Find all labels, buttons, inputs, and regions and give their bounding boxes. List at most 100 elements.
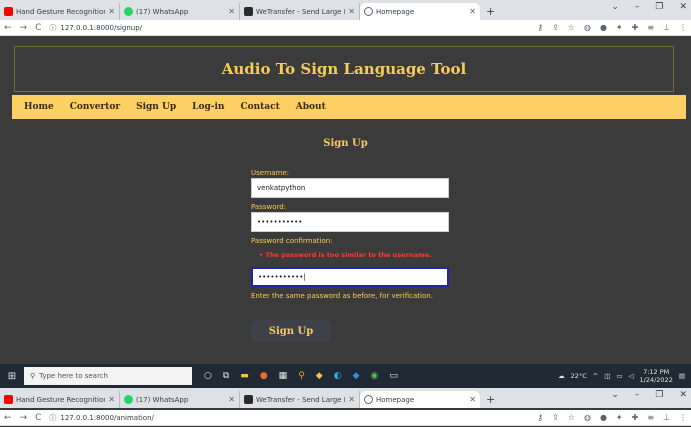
wetransfer-icon (244, 7, 253, 16)
main-nav: Home Convertor Sign Up Log-in Contact Ab… (12, 95, 686, 119)
puzzle-icon[interactable]: ✚ (632, 23, 639, 32)
task-view-icon[interactable]: ⧉ (223, 371, 229, 381)
close-window-icon[interactable]: ✕ (679, 2, 687, 12)
taskbar-apps: ○ ⧉ ▬ ● ▦ ⚲ ◆ ◐ ◆ ◉ ▭ (204, 371, 398, 381)
reload-icon[interactable]: C (35, 413, 41, 423)
close-icon[interactable]: ✕ (348, 7, 355, 16)
nav-about[interactable]: About (296, 102, 326, 112)
window-controls: ⌄ – ❐ ✕ (611, 2, 687, 12)
menu-icon[interactable]: ⋮ (679, 23, 687, 32)
close-icon[interactable]: ✕ (469, 7, 476, 16)
url-field[interactable]: ⓘ 127.0.0.1:8000/signup/ (49, 23, 529, 33)
tab-homepage[interactable]: Homepage ✕ (360, 3, 480, 20)
toolbar-icons: ⚷ ⇪ ☆ ◍ ● ✦ ✚ ≡ ⊥ ⋮ (537, 413, 687, 422)
chevron-up-icon[interactable]: ^ (593, 372, 598, 380)
site-title: Audio To Sign Language Tool (221, 60, 467, 78)
extension-icon[interactable]: ✦ (616, 23, 623, 32)
minimize-icon[interactable]: – (635, 2, 640, 12)
edge-icon[interactable]: ◐ (334, 371, 342, 381)
close-icon[interactable]: ✕ (469, 395, 476, 404)
close-icon[interactable]: ✕ (348, 395, 355, 404)
forward-icon[interactable]: → (20, 413, 28, 423)
star-icon[interactable]: ☆ (568, 23, 575, 32)
tab-wetransfer[interactable]: WeTransfer - Send Large Files & ✕ (240, 3, 360, 20)
nav-home[interactable]: Home (24, 102, 54, 112)
network-icon[interactable]: ◫ (604, 372, 610, 380)
tab-youtube[interactable]: Hand Gesture Recognition using ✕ (0, 391, 120, 408)
url-field[interactable]: ⓘ 127.0.0.1:8000/animation/ (49, 413, 529, 423)
nav-signup[interactable]: Sign Up (136, 102, 176, 112)
reading-list-icon[interactable]: ≡ (647, 413, 654, 422)
profile-icon[interactable]: ⊥ (663, 413, 670, 422)
windows-start-icon[interactable]: ⊞ (0, 371, 24, 382)
tab-wetransfer[interactable]: WeTransfer - Send Large Files & ✕ (240, 391, 360, 408)
address-bar-2: ← → C ⓘ 127.0.0.1:8000/animation/ ⚷ ⇪ ☆ … (0, 410, 691, 426)
python-icon[interactable]: ◆ (316, 371, 323, 381)
signup-submit-button[interactable]: Sign Up (251, 320, 331, 342)
tab-youtube[interactable]: Hand Gesture Recognition using ✕ (0, 3, 120, 20)
calendar-icon[interactable]: ▦ (279, 371, 288, 381)
username-input[interactable]: venkatpython (251, 178, 449, 198)
extension-icon[interactable]: ✦ (616, 413, 623, 422)
youtube-icon (4, 395, 13, 404)
menu-icon[interactable]: ⋮ (679, 413, 687, 422)
site-header: Audio To Sign Language Tool (14, 46, 674, 92)
password-input[interactable]: ••••••••••• (251, 212, 449, 232)
info-icon[interactable]: ⓘ (49, 413, 56, 423)
search-app-icon[interactable]: ⚲ (298, 371, 305, 381)
password-confirm-label: Password confirmation: (251, 237, 333, 245)
forward-icon[interactable]: → (20, 23, 28, 33)
new-tab-button[interactable]: + (480, 3, 501, 20)
close-icon[interactable]: ✕ (108, 7, 115, 16)
app-icon[interactable]: ● (260, 371, 268, 381)
form-heading: Sign Up (323, 138, 368, 149)
extension-icon[interactable]: ● (600, 23, 607, 32)
app-icon[interactable]: ◆ (353, 371, 360, 381)
clock[interactable]: 7:12 PM 1/24/2022 (640, 368, 673, 384)
reading-list-icon[interactable]: ≡ (647, 23, 654, 32)
close-icon[interactable]: ✕ (228, 7, 235, 16)
new-tab-button[interactable]: + (480, 391, 501, 408)
password-confirm-input[interactable]: •••••••••••| (251, 267, 449, 287)
whatsapp-icon (124, 395, 133, 404)
info-icon[interactable]: ⓘ (49, 23, 56, 33)
folder-icon[interactable]: ▬ (240, 371, 249, 381)
extension-icon[interactable]: ● (600, 413, 607, 422)
maximize-icon[interactable]: ❐ (655, 390, 663, 400)
back-icon[interactable]: ← (4, 23, 12, 33)
password-label: Password: (251, 203, 287, 211)
chevron-down-icon[interactable]: ⌄ (611, 390, 619, 400)
minimize-icon[interactable]: – (635, 390, 640, 400)
nav-contact[interactable]: Contact (240, 102, 279, 112)
address-bar: ← → C ⓘ 127.0.0.1:8000/signup/ ⚷ ⇪ ☆ ◍ ●… (0, 20, 691, 36)
cortana-icon[interactable]: ○ (204, 371, 212, 381)
chevron-down-icon[interactable]: ⌄ (611, 2, 619, 12)
volume-icon[interactable]: ◁ (629, 372, 634, 380)
extension-icon[interactable]: ◍ (584, 23, 591, 32)
key-icon[interactable]: ⚷ (537, 413, 543, 422)
close-icon[interactable]: ✕ (228, 395, 235, 404)
terminal-icon[interactable]: ▭ (389, 371, 398, 381)
close-window-icon[interactable]: ✕ (679, 390, 687, 400)
tab-homepage[interactable]: Homepage ✕ (360, 391, 480, 408)
profile-icon[interactable]: ⊥ (663, 23, 670, 32)
share-icon[interactable]: ⇪ (552, 23, 559, 32)
nav-login[interactable]: Log-in (192, 102, 224, 112)
chrome-icon[interactable]: ◉ (370, 371, 378, 381)
taskbar-search[interactable]: ⚲ Type here to search (24, 367, 192, 385)
notification-icon[interactable]: ▤ (679, 372, 685, 380)
window-controls: ⌄ – ❐ ✕ (611, 390, 687, 400)
extension-icon[interactable]: ◍ (584, 413, 591, 422)
reload-icon[interactable]: C (35, 23, 41, 33)
tab-whatsapp[interactable]: (17) WhatsApp ✕ (120, 3, 240, 20)
puzzle-icon[interactable]: ✚ (632, 413, 639, 422)
key-icon[interactable]: ⚷ (537, 23, 543, 32)
close-icon[interactable]: ✕ (108, 395, 115, 404)
nav-convertor[interactable]: Convertor (70, 102, 120, 112)
battery-icon[interactable]: ▭ (616, 372, 622, 380)
share-icon[interactable]: ⇪ (552, 413, 559, 422)
star-icon[interactable]: ☆ (568, 413, 575, 422)
tab-whatsapp[interactable]: (17) WhatsApp ✕ (120, 391, 240, 408)
back-icon[interactable]: ← (4, 413, 12, 423)
maximize-icon[interactable]: ❐ (655, 2, 663, 12)
